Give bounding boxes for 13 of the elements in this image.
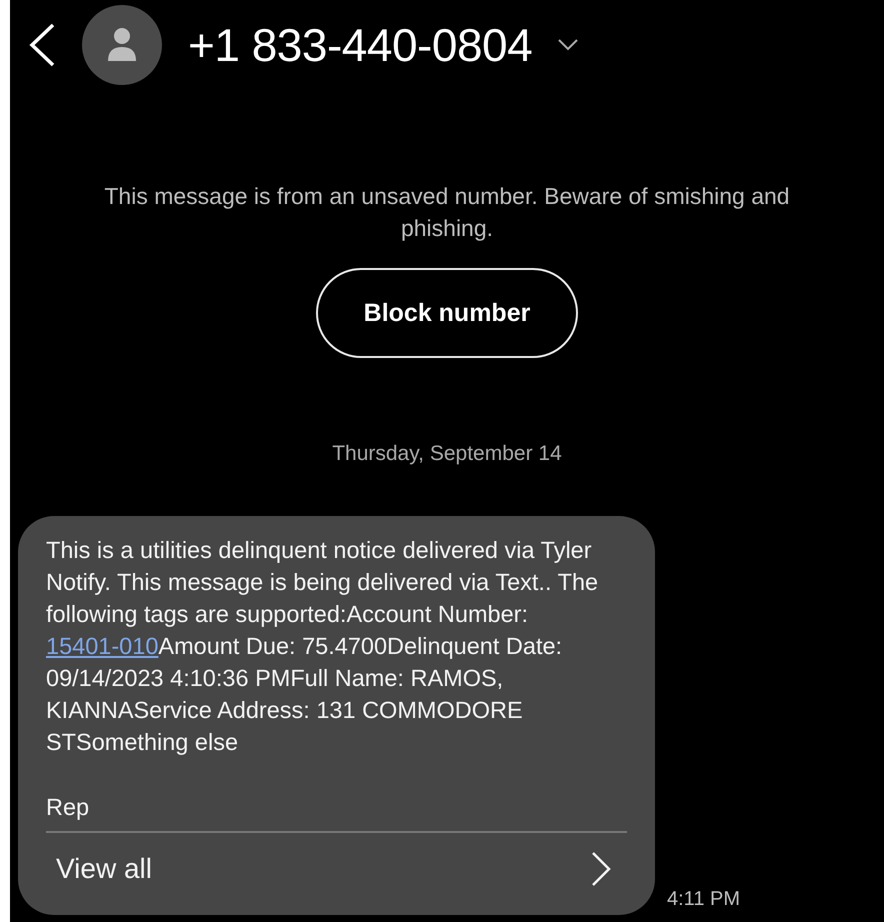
message-text: This is a utilities delinquent notice delivered via Tyler Notify. This message is being delivered via Text.. The following tags are supported:Account Number: 15401-010Amount Due: 75.4700Delinquent Date: 09/14/2023 4:10:36 PMFull Name: RAMOS, KIANNAService Address: 131 COMMODORE STSomething else (46, 536, 600, 757)
reply-preview-text: Rep (46, 794, 90, 821)
person-icon (106, 27, 138, 63)
date-separator: Thursday, September 14 (332, 442, 562, 466)
block-number-button[interactable]: Block number (316, 268, 578, 358)
phone-number-title: +1 833-440-0804 (188, 18, 532, 72)
chevron-down-icon[interactable] (558, 39, 578, 51)
unsaved-number-warning: This message is from an unsaved number. Beware of smishing and phishing. (103, 182, 791, 243)
account-number-link[interactable]: 15401-010 (46, 633, 158, 659)
back-icon[interactable] (28, 23, 56, 67)
message-time: 4:11 PM (667, 888, 740, 911)
chevron-right-icon (591, 851, 611, 887)
view-all-button[interactable]: View all (46, 833, 627, 901)
